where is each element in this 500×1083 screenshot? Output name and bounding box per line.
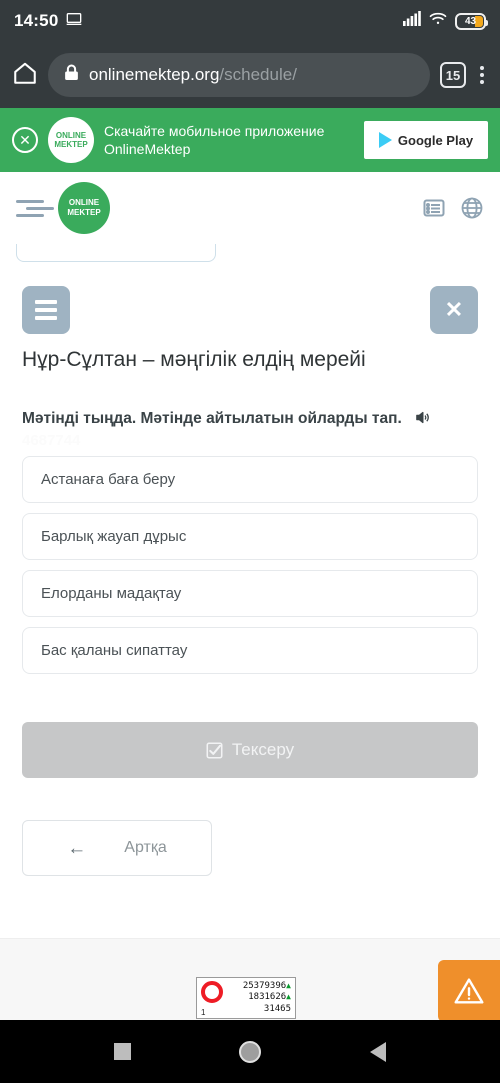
- site-logo-line2: MEKTEP: [67, 208, 101, 217]
- lesson-controls: ✕: [22, 286, 478, 334]
- promo-text-line2: OnlineMektep: [104, 141, 191, 157]
- app-promo-banner: ✕ ONLINE MEKTEP Скачайте мобильное прило…: [0, 108, 500, 172]
- question-label: Мәтінді тыңда. Мәтінде айтылатын ойларды…: [22, 410, 402, 427]
- counter-values: 25379396▲ 1831626▲ 31465: [229, 981, 291, 1015]
- promo-logo-line2: MEKTEP: [54, 140, 88, 149]
- speaker-icon[interactable]: [414, 409, 431, 426]
- option-item[interactable]: Елорданы мадақтау: [22, 570, 478, 618]
- page-footer: 1 25379396▲ 1831626▲ 31465: [0, 938, 500, 1020]
- counter-value: 31465: [263, 1003, 291, 1014]
- url-bar[interactable]: onlinemektep.org/schedule/: [48, 53, 430, 97]
- back-button-label: Артқа: [124, 839, 167, 857]
- close-circle-icon[interactable]: ✕: [12, 127, 38, 153]
- check-button[interactable]: Тексеру: [22, 722, 478, 779]
- counter-row: 1831626▲: [248, 992, 291, 1003]
- globe-icon[interactable]: [460, 196, 484, 220]
- url-path: /schedule/: [219, 65, 297, 84]
- recent-apps-icon[interactable]: [114, 1043, 132, 1060]
- counter-trend: ▲: [286, 992, 291, 1002]
- checkbox-icon: [206, 742, 223, 759]
- battery-level: 43: [464, 15, 477, 27]
- option-item[interactable]: Астанаға баға беру: [22, 456, 478, 504]
- status-bar-right: 43: [403, 11, 488, 31]
- site-logo[interactable]: ONLINE MEKTEP: [58, 182, 110, 234]
- site-logo-line1: ONLINE: [68, 198, 100, 208]
- lock-icon: [64, 64, 79, 86]
- warning-button[interactable]: [438, 960, 500, 1022]
- android-status-bar: 14:50 43: [0, 0, 500, 42]
- list-icon[interactable]: [422, 196, 446, 220]
- cast-screen-icon: [66, 11, 82, 32]
- cellular-signal-icon: [403, 11, 421, 31]
- kebab-menu-icon[interactable]: [476, 62, 488, 88]
- question-text: Мәтінді тыңда. Мәтінде айтылатын ойларды…: [22, 408, 478, 430]
- tab-counter-button[interactable]: 15: [440, 62, 466, 88]
- check-button-label: Тексеру: [231, 740, 295, 760]
- promo-text: Скачайте мобильное приложение OnlineMekt…: [104, 122, 354, 158]
- url-domain: onlinemektep.org: [89, 65, 220, 84]
- visitor-counter[interactable]: 1 25379396▲ 1831626▲ 31465: [196, 977, 296, 1019]
- url-text: onlinemektep.org/schedule/: [89, 65, 297, 85]
- back-button[interactable]: ← Артқа: [22, 820, 212, 877]
- browser-toolbar: onlinemektep.org/schedule/ 15: [0, 42, 500, 108]
- status-bar-left: 14:50: [14, 11, 82, 32]
- lesson-content: ✕ Нұр-Сұлтан – мәңгілік елдің мерейі Мәт…: [0, 286, 500, 877]
- google-play-label: Google Play: [397, 132, 474, 148]
- liveinternet-ring-icon: [201, 981, 223, 1003]
- partial-card-edge: [16, 244, 216, 262]
- warning-triangle-icon: [454, 978, 484, 1004]
- phone-screen: 14:50 43 onlinemektep.org/schedule/ 15 ✕…: [0, 0, 500, 1083]
- counter-index: 1: [201, 1007, 206, 1017]
- promo-logo-line1: ONLINE: [55, 130, 87, 140]
- counter-row: 31465: [264, 1004, 291, 1015]
- home-icon[interactable]: [12, 60, 38, 91]
- promo-text-line1: Скачайте мобильное приложение: [104, 122, 325, 139]
- counter-row: 25379396▲: [243, 981, 291, 992]
- android-nav-bar: [0, 1020, 500, 1083]
- answer-options: Астанаға баға беру Барлық жауап дұрыс Ел…: [22, 456, 478, 675]
- counter-value: 25379396: [242, 981, 287, 991]
- counter-value: 1831626: [248, 992, 287, 1003]
- watermark-text: 4687744: [22, 432, 81, 450]
- home-circle-icon[interactable]: [239, 1040, 262, 1063]
- battery-icon: 43: [455, 12, 488, 30]
- google-play-icon: [378, 132, 392, 148]
- google-play-button[interactable]: Google Play: [364, 121, 488, 159]
- arrow-left-icon: ←: [67, 837, 87, 859]
- menu-indent-icon[interactable]: [16, 199, 54, 217]
- promo-logo: ONLINE MEKTEP: [48, 117, 94, 163]
- option-item[interactable]: Бас қаланы сипаттау: [22, 627, 478, 675]
- back-triangle-icon[interactable]: [369, 1041, 386, 1062]
- hamburger-icon[interactable]: [22, 286, 70, 334]
- status-clock: 14:50: [14, 11, 59, 30]
- wifi-icon: [429, 11, 447, 31]
- counter-trend: ▲: [286, 981, 291, 990]
- page-title: Нұр-Сұлтан – мәңгілік елдің мерейі: [22, 348, 366, 371]
- site-header: ONLINE MEKTEP: [0, 172, 500, 244]
- option-item[interactable]: Барлық жауап дұрыс: [22, 513, 478, 561]
- close-icon[interactable]: ✕: [430, 286, 478, 334]
